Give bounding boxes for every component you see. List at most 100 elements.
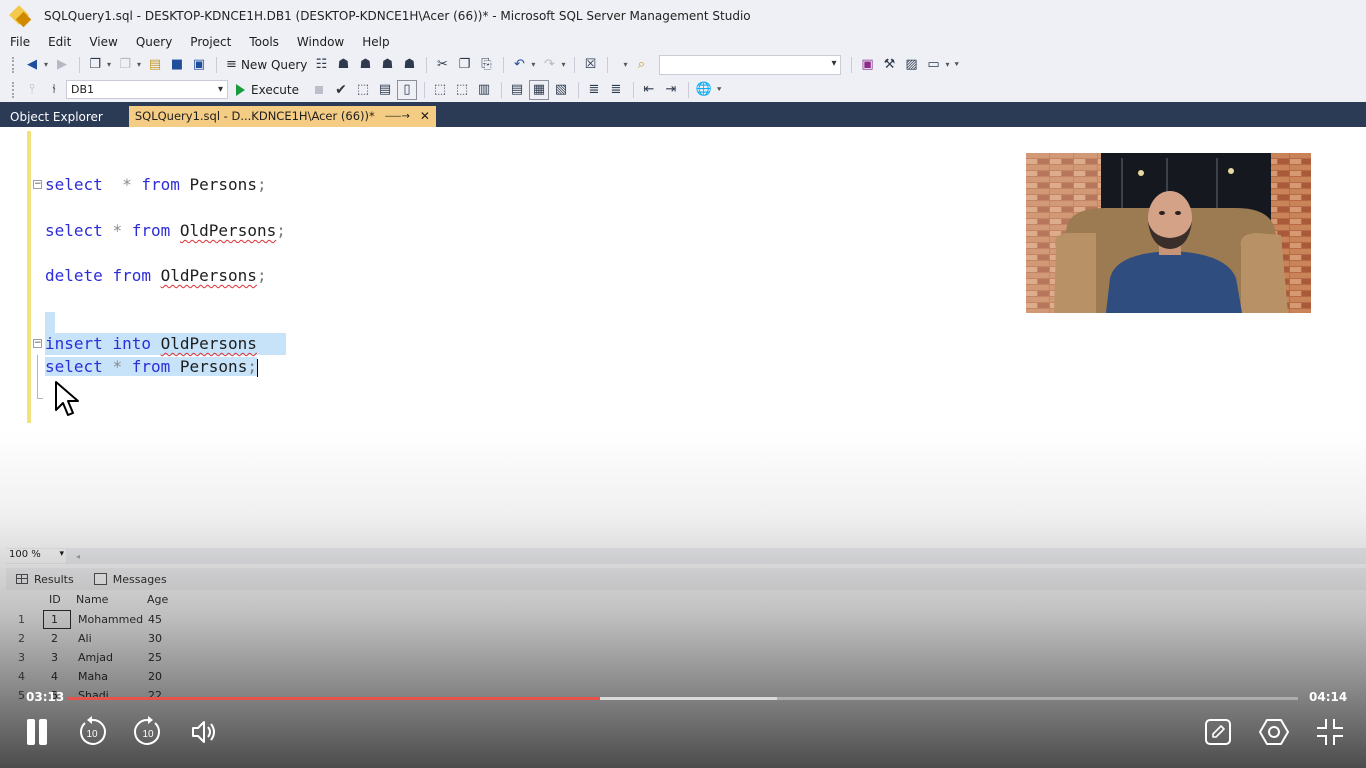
new-project-dropdown-icon[interactable]: ▾ xyxy=(107,60,111,69)
menu-query[interactable]: Query xyxy=(127,35,181,49)
pin-icon[interactable]: ⸺→ xyxy=(385,106,410,127)
close-icon[interactable]: ✕ xyxy=(420,106,430,127)
comment-icon[interactable]: ≣ xyxy=(584,80,604,100)
cut-icon[interactable]: ✂ xyxy=(432,55,452,75)
tab-object-explorer[interactable]: Object Explorer xyxy=(0,102,113,127)
redo-dropdown-icon[interactable]: ▾ xyxy=(561,60,565,69)
cell-age[interactable]: 20 xyxy=(148,667,162,686)
collapse-icon[interactable]: − xyxy=(33,339,42,348)
save-icon[interactable]: ■ xyxy=(167,55,187,75)
progress-bar[interactable] xyxy=(67,697,1298,700)
cell-id[interactable]: 1 xyxy=(51,610,58,629)
column-header-name[interactable]: Name xyxy=(76,593,108,606)
row-number[interactable]: 3 xyxy=(18,648,25,667)
column-header-age[interactable]: Age xyxy=(147,593,168,606)
toolbar-grip[interactable] xyxy=(12,56,16,73)
database-engine-query-icon[interactable]: ☷ xyxy=(311,55,331,75)
cell-age[interactable]: 22 xyxy=(148,686,162,705)
toolbar-overflow-icon[interactable]: ⯆ xyxy=(716,85,722,95)
dmx-query-icon[interactable]: ☗ xyxy=(355,55,375,75)
dax-query-icon[interactable]: ☗ xyxy=(399,55,419,75)
toolbox-icon[interactable]: ▨ xyxy=(901,55,921,75)
database-select[interactable]: DB1 xyxy=(66,80,228,99)
back-icon[interactable]: ◀ xyxy=(22,55,42,75)
cell-age[interactable]: 30 xyxy=(148,629,162,648)
parse-check-icon[interactable]: ✔ xyxy=(331,80,351,100)
connect-icon[interactable]: ⫯ xyxy=(22,80,42,100)
copy-icon[interactable]: ❐ xyxy=(454,55,474,75)
forward-10-button[interactable]: 10 xyxy=(132,716,164,748)
column-header-id[interactable]: ID xyxy=(49,593,61,606)
exit-fullscreen-button[interactable] xyxy=(1314,716,1346,748)
properties-icon[interactable]: ⚒ xyxy=(879,55,899,75)
toolbar-overflow-icon[interactable]: ⯆ xyxy=(953,60,959,70)
cell-name[interactable]: Amjad xyxy=(78,648,113,667)
redo-icon[interactable]: ↷ xyxy=(539,55,559,75)
stop-icon[interactable] xyxy=(315,85,323,94)
row-number[interactable]: 5 xyxy=(18,686,25,705)
new-project-icon[interactable]: ❐ xyxy=(85,55,105,75)
save-all-icon[interactable]: ▣ xyxy=(189,55,209,75)
row-number[interactable]: 1 xyxy=(18,610,25,629)
cell-id[interactable]: 4 xyxy=(51,667,58,686)
command-window-icon[interactable]: ▭ xyxy=(923,55,943,75)
menu-view[interactable]: View xyxy=(80,35,126,49)
solution-explorer-icon[interactable]: ▣ xyxy=(857,55,877,75)
display-plan-icon[interactable]: ⬚ xyxy=(353,80,373,100)
cell-name[interactable]: Ali xyxy=(78,629,92,648)
include-plan-icon[interactable]: ⬚ xyxy=(430,80,450,100)
menu-file[interactable]: File xyxy=(0,35,39,49)
scroll-left-icon[interactable]: ◂ xyxy=(76,552,80,561)
collapse-icon[interactable]: − xyxy=(33,180,42,189)
menu-window[interactable]: Window xyxy=(288,35,353,49)
xmla-query-icon[interactable]: ☗ xyxy=(377,55,397,75)
results-to-text-icon[interactable]: ▤ xyxy=(507,80,527,100)
menu-help[interactable]: Help xyxy=(353,35,398,49)
annotate-button[interactable] xyxy=(1204,718,1232,746)
cell-name[interactable]: Shadi xyxy=(78,686,109,705)
rewind-10-button[interactable]: 10 xyxy=(76,716,108,748)
command-window-dropdown-icon[interactable]: ▾ xyxy=(945,60,949,69)
results-to-grid-icon[interactable]: ▦ xyxy=(529,79,549,100)
results-to-file-alt-icon[interactable]: ▧ xyxy=(551,80,571,100)
cell-name[interactable]: Maha xyxy=(78,667,108,686)
open-file-icon[interactable]: ▤ xyxy=(145,55,165,75)
find-icon[interactable]: ⌕ xyxy=(631,55,651,75)
paste-icon[interactable]: ⎘ xyxy=(476,55,496,75)
results-grid[interactable]: ID Name Age 1 1 Mohammed 45 2 2 Ali 30 3… xyxy=(10,591,1360,702)
cell-age[interactable]: 25 xyxy=(148,648,162,667)
execute-button[interactable]: Execute xyxy=(236,83,299,97)
live-stats-icon[interactable]: ⬚ xyxy=(452,80,472,100)
toolbar-grip[interactable] xyxy=(12,81,16,98)
client-stats-icon[interactable]: ▥ xyxy=(474,80,494,100)
zoom-level-select[interactable]: 100 % xyxy=(6,549,66,563)
volume-button[interactable] xyxy=(190,718,218,746)
specify-values-icon[interactable]: 🌐 xyxy=(694,80,714,100)
tab-sqlquery1[interactable]: SQLQuery1.sql - D...KDNCE1H\Acer (66))* … xyxy=(128,106,436,127)
pause-button[interactable] xyxy=(24,718,50,746)
row-number[interactable]: 2 xyxy=(18,629,25,648)
row-number[interactable]: 4 xyxy=(18,667,25,686)
add-item-icon[interactable]: ❐ xyxy=(115,55,135,75)
tab-messages[interactable]: Messages xyxy=(84,573,177,586)
undo-icon[interactable]: ↶ xyxy=(509,55,529,75)
menu-project[interactable]: Project xyxy=(181,35,240,49)
add-item-dropdown-icon[interactable]: ▾ xyxy=(137,60,141,69)
increase-indent-icon[interactable]: ⇥ xyxy=(661,80,681,100)
new-query-button[interactable]: ≡ New Query xyxy=(222,57,311,72)
query-options-icon[interactable]: ▤ xyxy=(375,80,395,100)
mdx-query-icon[interactable]: ☗ xyxy=(333,55,353,75)
settings-button[interactable] xyxy=(1258,716,1290,748)
find-combo[interactable] xyxy=(659,54,842,75)
cell-name[interactable]: Mohammed xyxy=(78,610,143,629)
change-connection-icon[interactable]: ⫮ xyxy=(44,80,64,100)
forward-icon[interactable]: ▶ xyxy=(52,55,72,75)
menu-tools[interactable]: Tools xyxy=(240,35,288,49)
configuration-dropdown-icon[interactable]: ▾ xyxy=(623,60,627,69)
undo-dropdown-icon[interactable]: ▾ xyxy=(531,60,535,69)
activity-monitor-icon[interactable]: ☒ xyxy=(580,55,600,75)
cell-id[interactable]: 3 xyxy=(51,648,58,667)
back-dropdown-icon[interactable]: ▾ xyxy=(44,60,48,69)
tab-results[interactable]: Results xyxy=(6,573,84,586)
menu-edit[interactable]: Edit xyxy=(39,35,80,49)
